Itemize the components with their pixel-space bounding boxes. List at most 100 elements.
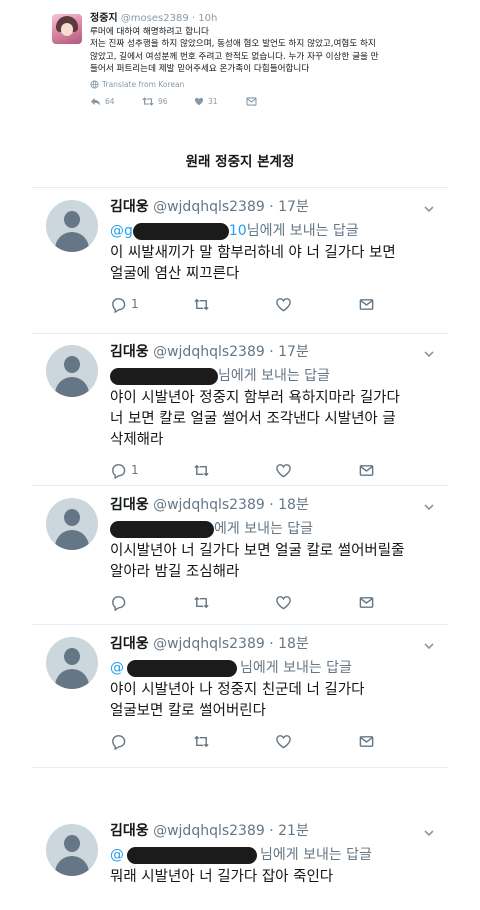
- retweet-icon: [193, 596, 209, 608]
- mention-link[interactable]: 10: [229, 222, 247, 240]
- avatar[interactable]: [52, 14, 82, 44]
- replying-to: 님에게 보내는 답글: [110, 367, 440, 385]
- like-button[interactable]: [275, 296, 358, 313]
- tweet-actions: [110, 593, 440, 611]
- tweet-line: 얼굴보면 칼로 썰어버린다: [110, 703, 266, 719]
- reply-count: 1: [131, 463, 139, 477]
- mention-link[interactable]: @: [110, 846, 124, 864]
- replying-to: 에게 보내는 답글: [110, 520, 440, 538]
- replying-to: @g 10 님에게 보내는 답글: [110, 222, 440, 240]
- original-tweet-header: 정중지 @moses2389 · 10h: [90, 12, 452, 25]
- message-icon: [359, 464, 373, 476]
- reply-label: 님에게 보내는 답글: [218, 368, 330, 384]
- handle-and-time[interactable]: @moses2389 · 10h: [121, 13, 217, 24]
- retweet-button[interactable]: [193, 462, 276, 479]
- redaction-bar: [127, 659, 237, 677]
- dm-button[interactable]: [358, 594, 441, 611]
- like-button[interactable]: [275, 594, 358, 611]
- retweet-icon: [193, 298, 209, 310]
- chevron-down-icon[interactable]: [422, 826, 436, 840]
- reply-header: 김대웅 @wjdqhqls2389 · 17분: [110, 343, 440, 361]
- tweet-text: 이시발년아 너 길가다 보면 얼굴 칼로 썰어버릴줄 알아라 밤길 조심해라: [110, 541, 440, 583]
- mention-link[interactable]: @: [110, 659, 124, 677]
- dm-button[interactable]: [246, 96, 298, 106]
- tweet-line: 뭐래 시발년아 너 길가다 잡아 죽인다: [110, 869, 334, 885]
- heart-icon: [276, 463, 291, 477]
- redaction-bar: [110, 367, 218, 385]
- default-avatar[interactable]: [46, 637, 98, 689]
- display-name[interactable]: 김대웅: [110, 344, 149, 360]
- reply-icon: [112, 734, 126, 750]
- reply-header: 김대웅 @wjdqhqls2389 · 18분: [110, 635, 440, 653]
- like-count: 31: [208, 96, 218, 106]
- redaction-bar: [110, 520, 214, 538]
- display-name[interactable]: 김대웅: [110, 497, 149, 513]
- reply-label: 님에게 보내는 답글: [246, 223, 359, 239]
- reply-tweet[interactable]: 김대웅 @wjdqhqls2389 · 21분 @ 님에게 보내는 답글 뭐래 …: [32, 812, 448, 910]
- tweet-line: 루머에 대하여 해명하려고 합니다: [90, 27, 209, 37]
- reply-button[interactable]: [110, 733, 193, 750]
- redaction-bar: [127, 846, 257, 864]
- chevron-down-icon[interactable]: [422, 202, 436, 216]
- reply-tweet[interactable]: 김대웅 @wjdqhqls2389 · 17분 님에게 보내는 답글 야이 시발…: [32, 333, 448, 486]
- reply-tweet[interactable]: 김대웅 @wjdqhqls2389 · 18분 @ 님에게 보내는 답글 야이 …: [32, 625, 448, 768]
- tweet-line: 들어서 퍼트리는데 제발 믿어주세요 온가족이 다힘들어합니다: [90, 64, 310, 75]
- like-button[interactable]: [275, 462, 358, 479]
- default-avatar[interactable]: [46, 345, 98, 397]
- tweet-text: 야이 시발년아 정중지 함부러 욕하지마라 길가다 너 보면 칼로 얼굴 썰어서…: [110, 388, 440, 451]
- reply-tweet[interactable]: 김대웅 @wjdqhqls2389 · 17분 @g 10 님에게 보내는 답글…: [32, 187, 448, 334]
- reply-button[interactable]: 1: [110, 296, 193, 313]
- dm-button[interactable]: [358, 462, 441, 479]
- display-name[interactable]: 김대웅: [110, 636, 149, 652]
- tweet-line: 너 보면 칼로 얼굴 썰어서 조각낸다 시발년아 글: [110, 411, 396, 427]
- display-name[interactable]: 정중지: [90, 13, 118, 24]
- heart-icon: [276, 734, 291, 748]
- tweet-line: 이 씨발새끼가 말 함부러하네 야 너 길가다 보면: [110, 245, 396, 261]
- message-icon: [359, 596, 373, 608]
- default-avatar[interactable]: [46, 824, 98, 876]
- display-name[interactable]: 김대웅: [110, 823, 149, 839]
- reply-label: 에게 보내는 답글: [214, 521, 314, 537]
- handle-and-time[interactable]: @wjdqhqls2389 · 17분: [153, 344, 309, 360]
- tweet-line: 이시발년아 너 길가다 보면 얼굴 칼로 썰어버릴줄: [110, 543, 405, 559]
- reply-button[interactable]: 64: [90, 97, 142, 106]
- translate-label: Translate from Korean: [102, 79, 185, 89]
- tweet-line: 알아라 밤길 조심해라: [110, 564, 240, 580]
- tweet-line: 저는 진짜 성추행을 하지 않았으며, 동성애 혐오 발언도 하지 않았고,여혐…: [90, 39, 376, 50]
- mention-link[interactable]: @g: [110, 222, 133, 240]
- translate-link[interactable]: Translate from Korean: [90, 80, 452, 89]
- retweet-button[interactable]: [193, 296, 276, 313]
- tweet-text: 이 씨발새끼가 말 함부러하네 야 너 길가다 보면 얼굴에 염산 찌끄른다: [110, 243, 440, 285]
- handle-and-time[interactable]: @wjdqhqls2389 · 18분: [153, 497, 309, 513]
- dm-button[interactable]: [358, 733, 441, 750]
- reply-header: 김대웅 @wjdqhqls2389 · 17분: [110, 198, 440, 216]
- reply-label: 님에게 보내는 답글: [240, 660, 352, 676]
- reply-tweet[interactable]: 김대웅 @wjdqhqls2389 · 18분 에게 보내는 답글 이시발년아 …: [32, 486, 448, 625]
- retweet-button[interactable]: [193, 594, 276, 611]
- tweet-actions: [110, 732, 440, 750]
- chevron-down-icon[interactable]: [422, 500, 436, 514]
- replying-to: @ 님에게 보내는 답글: [110, 659, 440, 677]
- handle-and-time[interactable]: @wjdqhqls2389 · 17분: [153, 199, 309, 215]
- handle-and-time[interactable]: @wjdqhqls2389 · 21분: [153, 823, 309, 839]
- tweet-text: 뭐래 시발년아 너 길가다 잡아 죽인다: [110, 867, 440, 888]
- like-button[interactable]: [275, 733, 358, 750]
- reply-icon: [91, 97, 100, 106]
- reply-button[interactable]: 1: [110, 462, 193, 479]
- redaction-bar: [132, 222, 229, 240]
- dm-button[interactable]: [358, 296, 441, 313]
- retweet-button[interactable]: 96: [142, 97, 194, 106]
- display-name[interactable]: 김대웅: [110, 199, 149, 215]
- reply-button[interactable]: [110, 594, 193, 611]
- default-avatar[interactable]: [46, 498, 98, 550]
- chevron-down-icon[interactable]: [422, 639, 436, 653]
- tweet-line: 삭제해라: [110, 432, 164, 448]
- tweet-line: 않았고, 길에서 여성분께 번호 주려고 한적도 없습니다. 누가 자꾸 이상한…: [90, 51, 379, 62]
- chevron-down-icon[interactable]: [422, 347, 436, 361]
- message-icon: [246, 96, 257, 106]
- retweet-button[interactable]: [193, 733, 276, 750]
- handle-and-time[interactable]: @wjdqhqls2389 · 18분: [153, 636, 309, 652]
- default-avatar[interactable]: [46, 200, 98, 252]
- tweet-actions: 1: [110, 461, 440, 479]
- like-button[interactable]: 31: [194, 97, 246, 106]
